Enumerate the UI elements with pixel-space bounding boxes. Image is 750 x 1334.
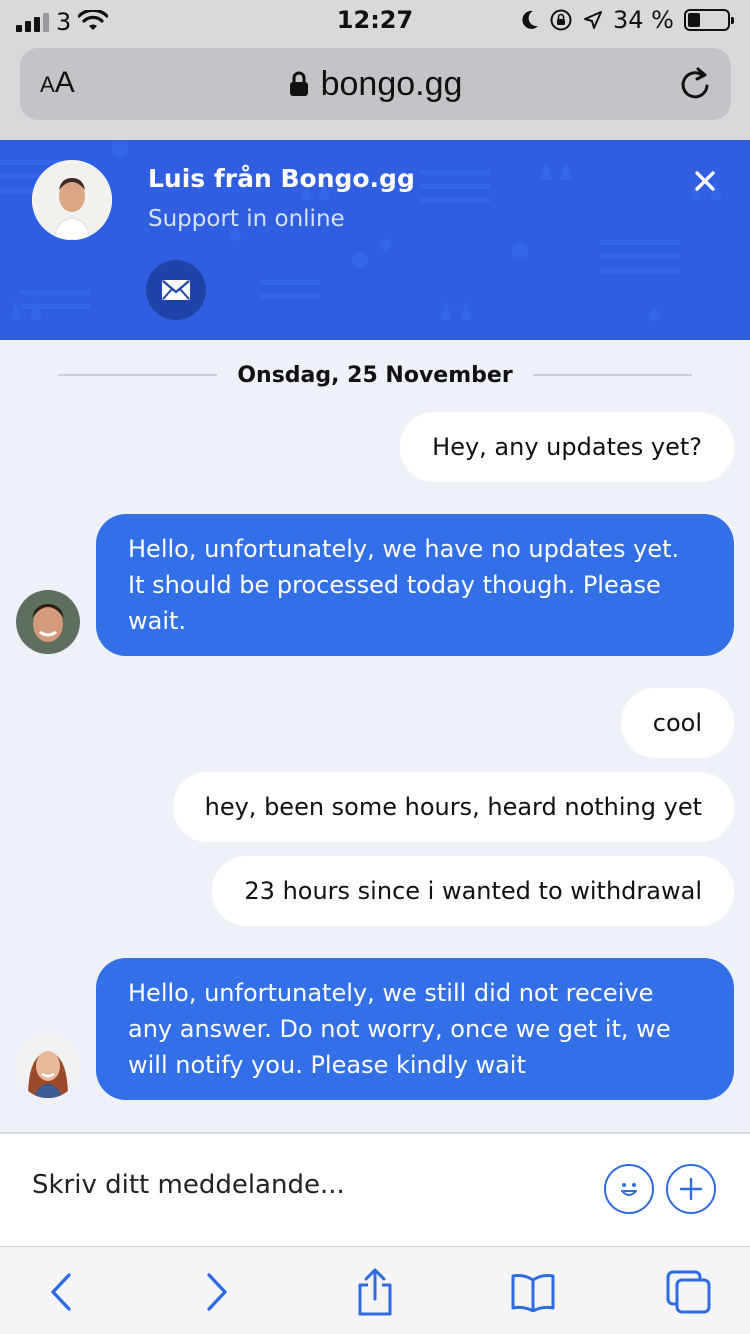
plus-icon [679, 1177, 703, 1201]
lock-icon [289, 71, 308, 96]
bookmarks-button[interactable] [508, 1267, 558, 1317]
message-input[interactable]: Skriv ditt meddelande... [32, 1170, 345, 1200]
status-bar: 3 12:27 34 % [0, 0, 750, 44]
agent-name: Luis från Bongo.gg [148, 164, 415, 193]
moon-icon [522, 10, 539, 29]
browser-top: 3 12:27 34 % AA bongo.gg [0, 0, 750, 140]
user-message: Hey, any updates yet? [400, 412, 734, 482]
agent-face-icon [16, 1034, 80, 1098]
share-icon [358, 1268, 392, 1316]
message-list[interactable]: Onsdag, 25 November Hey, any updates yet… [0, 340, 750, 1132]
divider-line [58, 374, 218, 376]
user-message: 23 hours since i wanted to withdrawal [212, 856, 734, 926]
divider-line [532, 374, 693, 376]
rotation-lock-icon [550, 9, 572, 31]
url-text: bongo.gg [320, 64, 463, 103]
agent-message: Hello, unfortunately, we still did not r… [96, 958, 734, 1100]
forward-button[interactable] [192, 1267, 242, 1317]
user-message: hey, been some hours, heard nothing yet [172, 772, 734, 842]
user-message: cool [620, 688, 734, 758]
tabs-button[interactable] [664, 1267, 714, 1317]
agent-status: Support in online [148, 206, 345, 232]
url-display[interactable]: bongo.gg [20, 48, 731, 120]
back-button[interactable] [36, 1267, 86, 1317]
book-icon [511, 1274, 555, 1312]
address-bar[interactable]: AA bongo.gg [20, 48, 731, 120]
close-icon[interactable] [690, 166, 720, 196]
attach-button[interactable] [666, 1164, 716, 1214]
status-right: 34 % [519, 6, 734, 34]
smiley-icon [621, 1183, 637, 1196]
share-button[interactable] [350, 1267, 400, 1317]
location-icon [584, 11, 603, 29]
browser-toolbar [0, 1246, 750, 1334]
reload-icon[interactable] [679, 66, 713, 102]
emoji-button[interactable] [604, 1164, 654, 1214]
agent-avatar-female [16, 1034, 80, 1098]
tabs-icon [666, 1270, 711, 1314]
chat-header: Luis från Bongo.gg Support in online [0, 140, 750, 340]
agent-face-icon [16, 590, 80, 654]
agent-face-icon [32, 160, 112, 240]
agent-avatar-luis [16, 590, 80, 654]
battery-icon [684, 9, 734, 31]
date-label: Onsdag, 25 November [237, 362, 513, 388]
chevron-left-icon [51, 1273, 71, 1311]
agent-message: Hello, unfortunately, we have no updates… [96, 514, 734, 656]
email-button[interactable] [146, 260, 206, 320]
chevron-right-icon [207, 1273, 227, 1311]
agent-avatar [32, 160, 112, 240]
battery-percent: 34 % [613, 6, 674, 34]
envelope-icon [162, 280, 190, 300]
date-divider: Onsdag, 25 November [58, 360, 693, 390]
message-composer: Skriv ditt meddelande... [0, 1132, 750, 1246]
